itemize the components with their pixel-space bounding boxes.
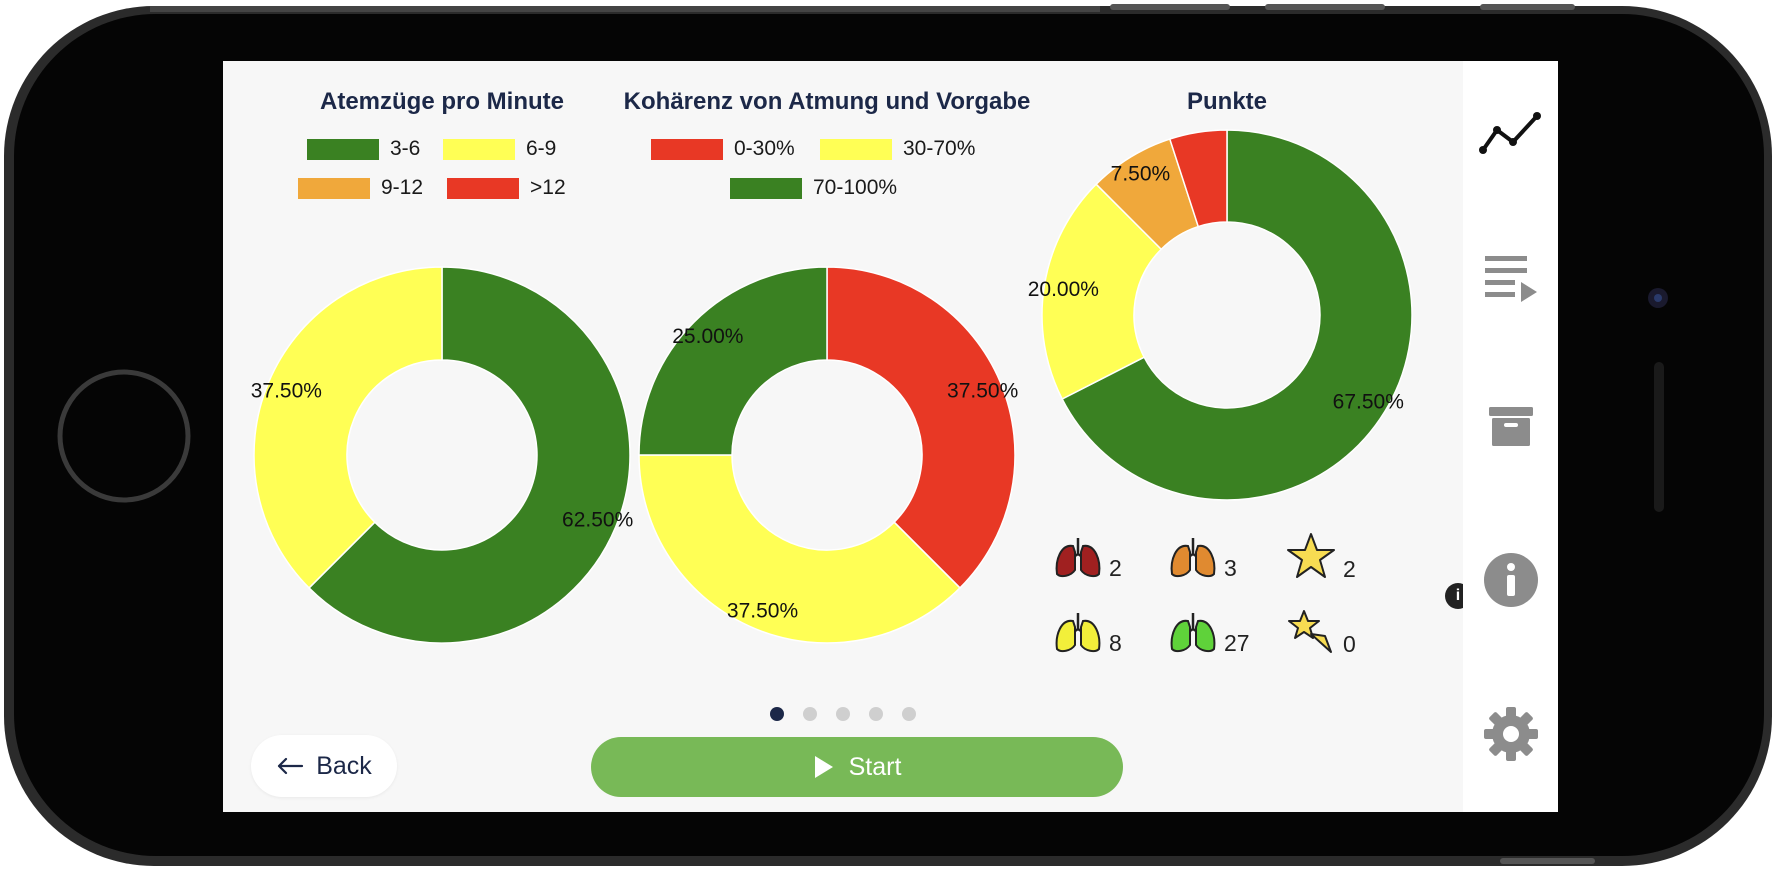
sidebar-item-statistics[interactable]: [1463, 89, 1558, 179]
red-lungs-icon: [1055, 538, 1101, 578]
page-dot-1[interactable]: [770, 707, 784, 721]
arrow-left-icon: [278, 757, 304, 775]
stat-value: 27: [1224, 630, 1250, 656]
page-dot-3[interactable]: [836, 707, 850, 721]
stat-yellow-lungs: 8: [1053, 611, 1122, 655]
stat-value: 2: [1109, 555, 1122, 581]
stat-orange-lungs: 3: [1168, 536, 1237, 580]
stat-red-lungs: 2: [1053, 536, 1122, 580]
sidebar-item-info[interactable]: [1463, 535, 1558, 625]
start-button[interactable]: Start: [591, 737, 1123, 797]
stat-green-lungs: 27: [1168, 611, 1250, 655]
donut-slice-coherence-2: [638, 266, 828, 456]
star-icon: [1287, 533, 1335, 578]
stat-value: 2: [1343, 556, 1356, 582]
slice-label-breaths-1: 37.50%: [251, 380, 322, 403]
orange-lungs-icon: [1170, 538, 1216, 578]
stat-value: 8: [1109, 630, 1122, 656]
slice-label-points-1: 20.00%: [1028, 278, 1099, 301]
slice-label-breaths-0: 62.50%: [562, 508, 633, 531]
sidebar-item-archive[interactable]: [1463, 381, 1558, 471]
stat-value: 3: [1224, 555, 1237, 581]
stat-shooting-star: 0: [1285, 606, 1356, 656]
playlist-play-icon: [1484, 256, 1537, 302]
page-dot-5[interactable]: [902, 707, 916, 721]
page-dot-2[interactable]: [803, 707, 817, 721]
stat-star: 2: [1285, 531, 1356, 581]
sidebar-item-playlist[interactable]: [1463, 233, 1558, 323]
yellow-lungs-icon: [1055, 613, 1101, 653]
archive-icon: [1488, 407, 1533, 446]
back-button[interactable]: Back: [251, 735, 397, 797]
slice-label-points-0: 67.50%: [1333, 391, 1404, 414]
slice-label-coherence-2: 25.00%: [672, 325, 743, 348]
donut-slice-breaths-1: [253, 266, 443, 589]
slice-label-coherence-1: 37.50%: [727, 600, 798, 623]
slice-label-points-2: 7.50%: [1111, 163, 1171, 186]
play-icon: [814, 756, 833, 778]
donut-slice-coherence-1: [638, 454, 961, 644]
start-button-label: Start: [848, 752, 902, 781]
donut-slice-coherence-0: [826, 266, 1016, 589]
green-lungs-icon: [1170, 613, 1216, 653]
settings-gear-icon: [1483, 707, 1538, 761]
stat-value: 0: [1343, 631, 1356, 657]
app-screen: Atemzüge pro Minute 3-6 6-9 9-12 >12 Koh…: [223, 61, 1463, 812]
info-icon: [1483, 553, 1538, 607]
sidebar: [1463, 61, 1558, 812]
sidebar-item-settings[interactable]: [1463, 689, 1558, 779]
donut-charts: 62.50%37.50% 37.50%37.50%25.00%67.50%20.0…: [251, 129, 1413, 644]
slice-label-coherence-0: 37.50%: [947, 380, 1018, 403]
shooting-star-icon: [1288, 610, 1332, 653]
speaker-grille: [1654, 362, 1664, 512]
chart-line-icon: [1478, 112, 1541, 154]
page-dot-4[interactable]: [869, 707, 883, 721]
back-button-label: Back: [316, 751, 372, 780]
